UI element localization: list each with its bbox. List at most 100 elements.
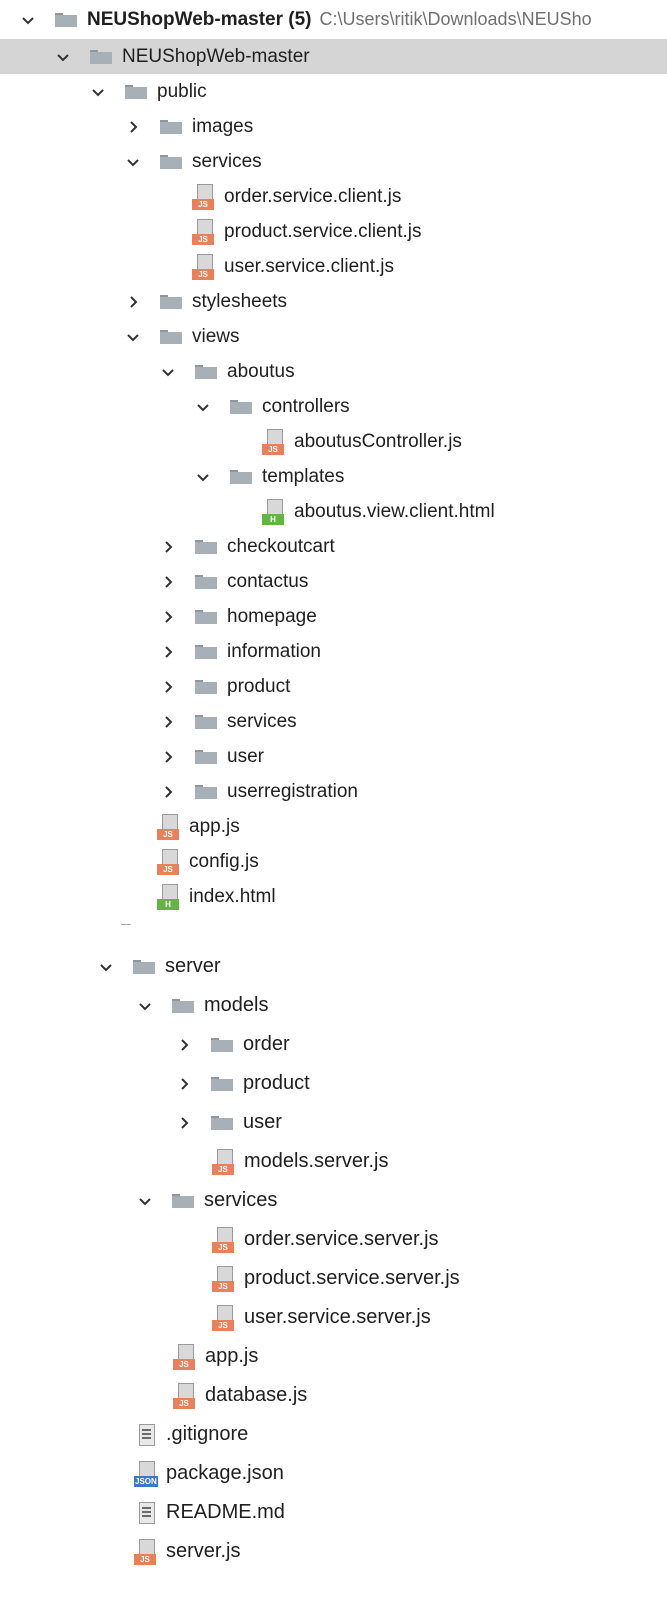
tree-row-file[interactable]: H aboutus.view.client.html: [0, 494, 667, 529]
folder-name: product: [243, 1072, 310, 1094]
tree-row-information[interactable]: information: [0, 634, 667, 669]
js-file-icon: JS: [173, 1343, 199, 1370]
tree-row-models-user[interactable]: user: [0, 1103, 667, 1142]
chevron-down-icon[interactable]: [192, 466, 214, 488]
tree-row-file[interactable]: JS order.service.server.js: [0, 1220, 667, 1259]
tree-row-templates[interactable]: templates: [0, 459, 667, 494]
tree-row-file[interactable]: JS aboutusController.js: [0, 424, 667, 459]
folder-name: services: [227, 710, 297, 732]
tree-row-file[interactable]: JS user.service.server.js: [0, 1298, 667, 1337]
tree-row-server[interactable]: server: [0, 947, 667, 986]
tree-row-models-product[interactable]: product: [0, 1064, 667, 1103]
tree-row-images[interactable]: images: [0, 109, 667, 144]
chevron-right-icon[interactable]: [157, 571, 179, 593]
tree-row-userregistration[interactable]: userregistration: [0, 774, 667, 809]
chevron-down-icon[interactable]: [122, 151, 144, 173]
folder-name: templates: [262, 465, 345, 487]
folder-icon: [172, 998, 194, 1013]
js-file-icon: JS: [192, 218, 218, 245]
tree-row-file[interactable]: JS product.service.server.js: [0, 1259, 667, 1298]
chevron-down-icon[interactable]: [87, 81, 109, 103]
file-name: aboutusController.js: [294, 430, 462, 452]
text-file-icon: [134, 1500, 160, 1526]
chevron-down-icon[interactable]: [192, 396, 214, 418]
tree-row-file[interactable]: H index.html: [0, 879, 667, 914]
tree-row-file[interactable]: JS database.js: [0, 1376, 667, 1415]
tree-row-models[interactable]: models: [0, 986, 667, 1025]
folder-name: services: [204, 1189, 278, 1211]
chevron-right-icon[interactable]: [157, 536, 179, 558]
chevron-right-icon[interactable]: [157, 606, 179, 628]
chevron-down-icon[interactable]: [52, 46, 74, 68]
chevron-down-icon[interactable]: [122, 326, 144, 348]
folder-name: views: [192, 325, 240, 347]
folder-name: models: [204, 994, 269, 1016]
file-name: models.server.js: [244, 1150, 389, 1172]
chevron-right-icon[interactable]: [122, 116, 144, 138]
file-name: README.md: [166, 1501, 285, 1523]
chevron-right-icon[interactable]: [173, 1112, 195, 1134]
tree-row-server-services[interactable]: services: [0, 1181, 667, 1220]
tree-row-file[interactable]: JS order.service.client.js: [0, 179, 667, 214]
chevron-down-icon[interactable]: [157, 361, 179, 383]
tree-row-stylesheets[interactable]: stylesheets: [0, 284, 667, 319]
tree-row-project[interactable]: NEUShopWeb-master: [0, 39, 667, 74]
chevron-right-icon[interactable]: [122, 291, 144, 313]
root-folder-name: NEUShopWeb-master (5): [87, 8, 312, 30]
tree-row-public-services[interactable]: services: [0, 144, 667, 179]
project-folder-name: NEUShopWeb-master: [122, 45, 310, 67]
chevron-right-icon[interactable]: [157, 641, 179, 663]
tree-row-file[interactable]: JS app.js: [0, 1337, 667, 1376]
chevron-right-icon[interactable]: [157, 746, 179, 768]
html-file-icon: H: [262, 498, 288, 525]
root-folder-path: C:\Users\ritik\Downloads\NEUSho: [319, 9, 592, 29]
folder-icon: [211, 1115, 233, 1130]
folder-name: server: [165, 955, 221, 977]
folder-icon: [195, 609, 217, 624]
chevron-down-icon[interactable]: [95, 956, 117, 978]
chevron-right-icon[interactable]: [173, 1034, 195, 1056]
tree-row-aboutus[interactable]: aboutus: [0, 354, 667, 389]
tree-row-file[interactable]: JS product.service.client.js: [0, 214, 667, 249]
tree-row-file[interactable]: JS app.js: [0, 809, 667, 844]
chevron-right-icon[interactable]: [157, 711, 179, 733]
tree-row-file[interactable]: JS user.service.client.js: [0, 249, 667, 284]
tree-row-public[interactable]: public: [0, 74, 667, 109]
folder-icon: [133, 959, 155, 974]
chevron-down-icon[interactable]: [17, 9, 39, 31]
folder-icon: [160, 329, 182, 344]
tree-row-root[interactable]: NEUShopWeb-master (5) C:\Users\ritik\Dow…: [0, 2, 667, 37]
folder-icon: [160, 154, 182, 169]
tree-row-views-services[interactable]: services: [0, 704, 667, 739]
tree-row-user[interactable]: user: [0, 739, 667, 774]
js-file-icon: JS: [212, 1226, 238, 1253]
js-file-icon: JS: [212, 1304, 238, 1331]
tree-row-controllers[interactable]: controllers: [0, 389, 667, 424]
tree-row-file[interactable]: JS models.server.js: [0, 1142, 667, 1181]
folder-icon: [125, 84, 147, 99]
tree-row-checkoutcart[interactable]: checkoutcart: [0, 529, 667, 564]
tree-row-product[interactable]: product: [0, 669, 667, 704]
file-name: app.js: [205, 1345, 259, 1367]
folder-icon: [55, 12, 77, 27]
folder-name: public: [157, 80, 207, 102]
tree-row-contactus[interactable]: contactus: [0, 564, 667, 599]
js-file-icon: JS: [212, 1265, 238, 1292]
tree-row-views[interactable]: views: [0, 319, 667, 354]
tree-row-homepage[interactable]: homepage: [0, 599, 667, 634]
tree-row-file[interactable]: JS config.js: [0, 844, 667, 879]
folder-icon: [230, 399, 252, 414]
tree-row-file[interactable]: JS server.js: [0, 1532, 667, 1571]
tree-row-file[interactable]: README.md: [0, 1493, 667, 1532]
tree-row-models-order[interactable]: order: [0, 1025, 667, 1064]
tree-row-file[interactable]: JSON package.json: [0, 1454, 667, 1493]
folder-icon: [195, 364, 217, 379]
chevron-right-icon[interactable]: [157, 781, 179, 803]
tree-row-file[interactable]: .gitignore: [0, 1415, 667, 1454]
chevron-right-icon[interactable]: [157, 676, 179, 698]
chevron-right-icon[interactable]: [173, 1073, 195, 1095]
chevron-down-icon[interactable]: [134, 995, 156, 1017]
folder-name: information: [227, 640, 321, 662]
file-name: user.service.client.js: [224, 255, 395, 277]
chevron-down-icon[interactable]: [134, 1190, 156, 1212]
